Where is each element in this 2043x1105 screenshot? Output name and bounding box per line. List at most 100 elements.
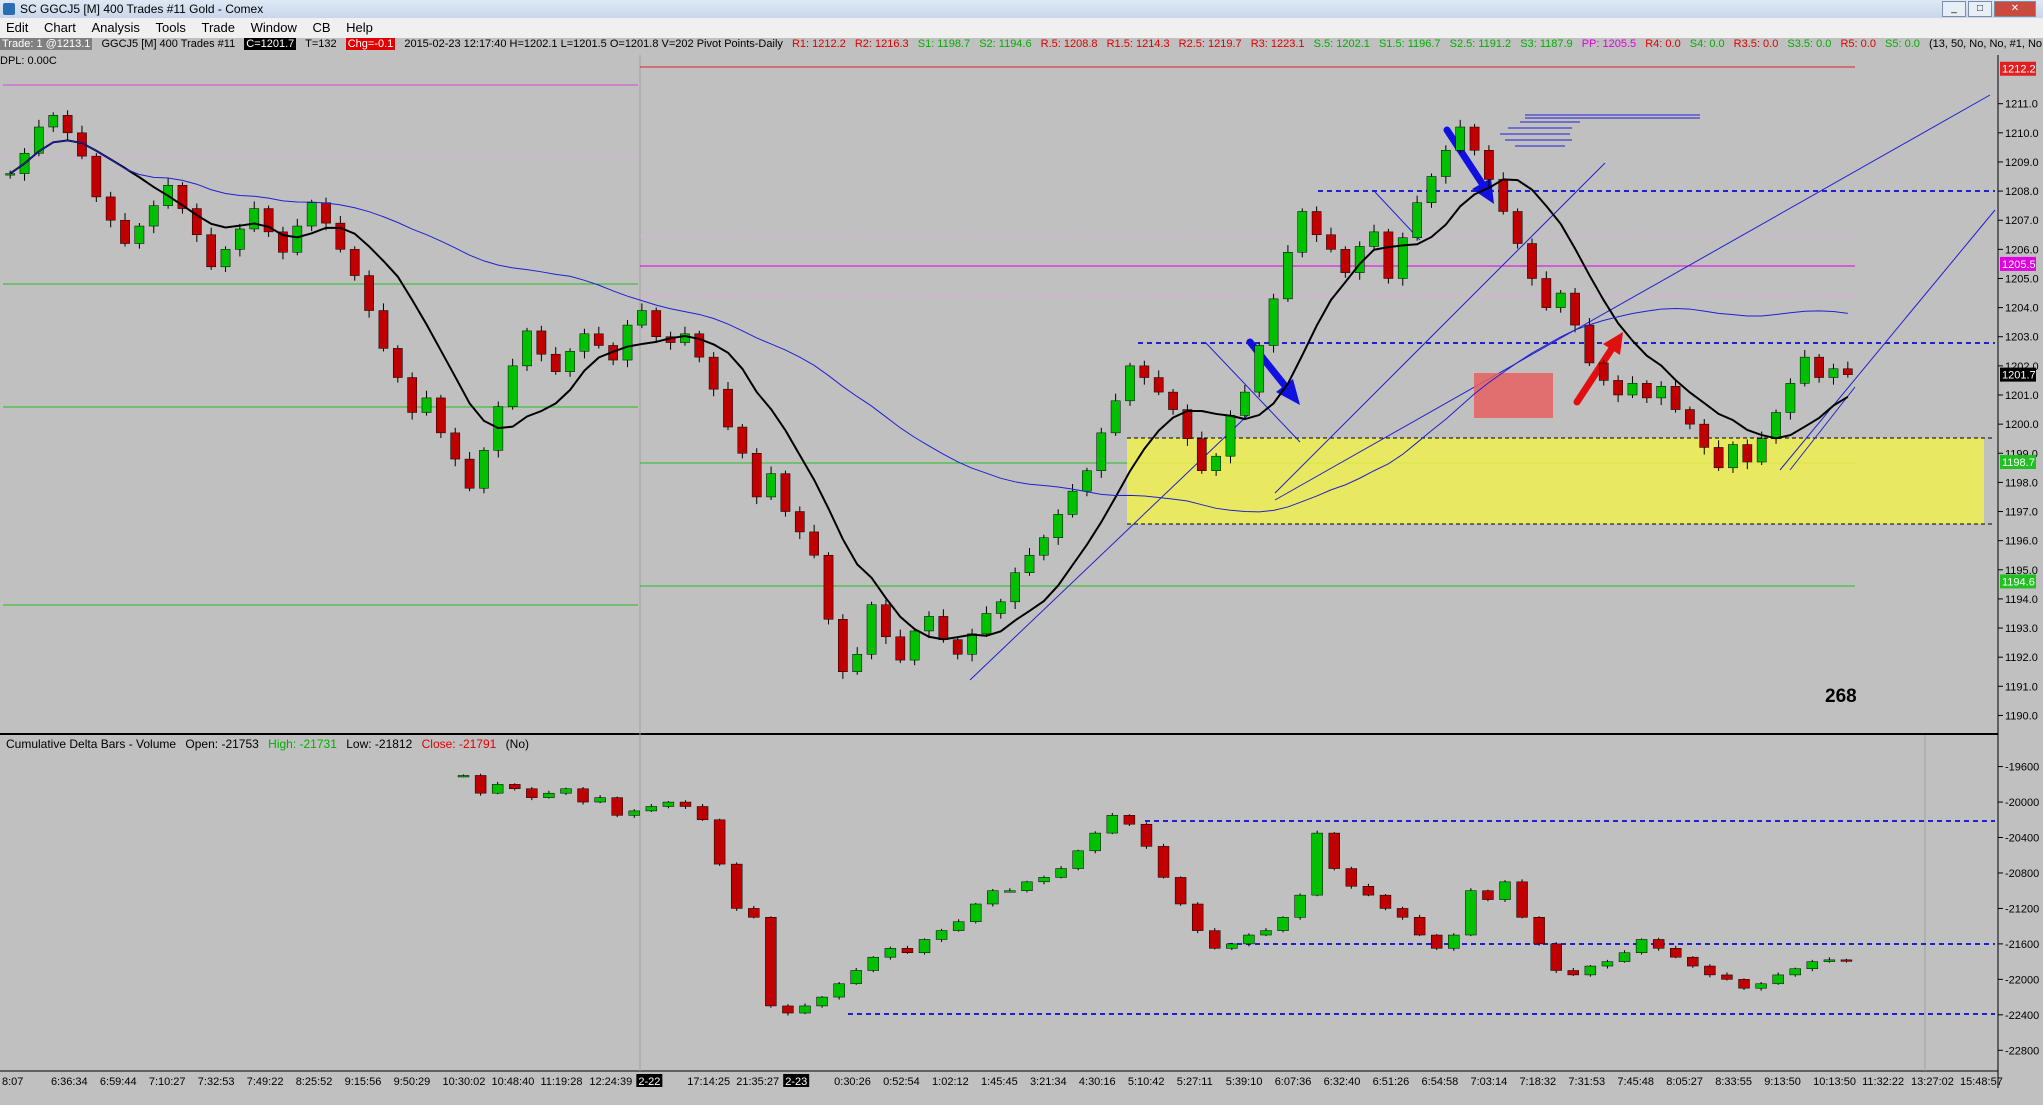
delta-candle[interactable] [1755, 982, 1767, 991]
delta-candle[interactable] [1209, 928, 1221, 950]
delta-candle[interactable] [1226, 942, 1238, 951]
delta-candle[interactable] [867, 956, 880, 973]
delta-candle[interactable] [1635, 938, 1648, 955]
delta-candle[interactable] [1311, 830, 1323, 897]
delta-candle[interactable] [526, 786, 538, 801]
delta-candle[interactable] [1840, 958, 1853, 963]
menu-window[interactable]: Window [245, 18, 303, 35]
delta-candle[interactable] [1738, 978, 1750, 990]
delta-candle[interactable] [1379, 894, 1392, 911]
menu-analysis[interactable]: Analysis [85, 18, 145, 35]
price-candle[interactable] [349, 246, 360, 281]
delta-candle[interactable] [713, 818, 726, 866]
delta-candle[interactable] [1823, 957, 1836, 963]
delta-candle[interactable] [1448, 933, 1460, 951]
menu-edit[interactable]: Edit [0, 18, 34, 35]
delta-candle[interactable] [1772, 972, 1784, 985]
price-candle[interactable] [723, 382, 733, 431]
delta-candle[interactable] [1721, 972, 1733, 981]
price-candle[interactable] [1512, 208, 1523, 249]
delta-candle[interactable] [765, 916, 777, 1008]
price-candle[interactable] [838, 614, 848, 679]
delta-candle[interactable] [1328, 832, 1340, 871]
time-axis[interactable]: 8:07 6:36:34 6:59:44 7:10:27 7:32:53 7:49:22 8… [2, 1074, 2003, 1088]
delta-candle[interactable] [1089, 831, 1101, 854]
delta-candle[interactable] [1789, 967, 1801, 977]
delta-candle[interactable] [491, 781, 504, 795]
delta-candle[interactable] [1260, 928, 1272, 937]
delta-axis[interactable]: -19600 -20000 -20400 -20800 -21200 -21600 -220… [1998, 762, 2039, 1058]
maximize-button[interactable]: □ [1968, 1, 1992, 17]
price-candle[interactable] [407, 372, 418, 420]
price-candle[interactable] [364, 270, 374, 318]
delta-candle[interactable] [509, 783, 521, 791]
delta-candle[interactable] [730, 862, 743, 911]
price-candle[interactable] [737, 423, 748, 459]
delta-candle[interactable] [611, 796, 623, 818]
delta-candle[interactable] [1191, 902, 1204, 934]
price-axis[interactable]: 1211.0 1210.0 1209.0 1208.0 1207.0 1206.0 1205… [1998, 61, 2039, 723]
price-candle[interactable] [479, 447, 489, 494]
price-candle[interactable] [622, 319, 633, 368]
delta-candle[interactable] [970, 902, 982, 924]
delta-candle[interactable] [1174, 876, 1187, 906]
delta-candle[interactable] [1465, 888, 1477, 937]
delta-candle[interactable] [952, 919, 965, 932]
delta-candle[interactable] [560, 787, 572, 795]
price-candle[interactable] [392, 345, 403, 383]
delta-candle[interactable] [543, 790, 555, 799]
price-candle[interactable] [1426, 173, 1437, 208]
delta-candle[interactable] [1038, 875, 1050, 885]
price-candle[interactable] [507, 358, 518, 410]
price-candle[interactable] [1297, 208, 1308, 258]
delta-candle[interactable] [1806, 959, 1819, 972]
minimize-button[interactable]: _ [1942, 1, 1966, 17]
price-candle[interactable] [1283, 245, 1293, 302]
delta-candle[interactable] [1652, 937, 1665, 951]
delta-candle[interactable] [935, 928, 948, 942]
delta-candles[interactable] [457, 773, 1853, 1016]
close-button[interactable]: ✕ [1994, 1, 2036, 17]
delta-candle[interactable] [1106, 812, 1119, 835]
delta-candle[interactable] [1482, 889, 1494, 902]
delta-candle[interactable] [457, 774, 470, 778]
delta-candle[interactable] [884, 946, 897, 960]
price-candle[interactable] [1125, 362, 1135, 406]
delta-candle[interactable] [1670, 945, 1682, 959]
delta-candle[interactable] [1618, 950, 1631, 963]
delta-candle[interactable] [1055, 866, 1067, 879]
price-candle[interactable] [522, 327, 532, 371]
delta-candle[interactable] [1140, 822, 1153, 849]
delta-candle[interactable] [577, 786, 589, 805]
delta-candle[interactable] [474, 773, 487, 796]
menu-cb[interactable]: CB [306, 18, 336, 35]
price-candle[interactable] [493, 401, 504, 458]
delta-candle[interactable] [1157, 843, 1170, 879]
price-candle[interactable] [378, 303, 389, 352]
price-candle[interactable] [91, 153, 102, 203]
price-candle[interactable] [751, 448, 762, 505]
delta-candle[interactable] [1687, 956, 1699, 968]
delta-candle[interactable] [1277, 916, 1289, 933]
delta-candle[interactable] [833, 982, 845, 1000]
delta-candle[interactable] [1550, 942, 1562, 973]
delta-candle[interactable] [748, 905, 760, 919]
delta-candle[interactable] [1243, 933, 1255, 947]
delta-candle[interactable] [1704, 964, 1716, 978]
delta-candle[interactable] [1345, 866, 1358, 889]
chart-canvas[interactable]: 1211.0 1210.0 1209.0 1208.0 1207.0 1206.0 1205… [0, 55, 2043, 1105]
price-candle[interactable] [1397, 232, 1408, 286]
highlight-box[interactable] [1474, 373, 1553, 418]
delta-candle[interactable] [628, 809, 640, 818]
delta-candle[interactable] [1533, 916, 1545, 946]
delta-candle[interactable] [816, 996, 828, 1008]
delta-candle[interactable] [696, 804, 709, 821]
delta-candle[interactable] [1123, 814, 1136, 826]
menu-help[interactable]: Help [340, 18, 379, 35]
price-candle[interactable] [1268, 293, 1279, 353]
delta-candle[interactable] [782, 1004, 794, 1016]
delta-candle[interactable] [1294, 893, 1306, 920]
price-candle[interactable] [1096, 427, 1107, 478]
delta-candle[interactable] [799, 1003, 811, 1015]
delta-candle[interactable] [1499, 880, 1511, 903]
